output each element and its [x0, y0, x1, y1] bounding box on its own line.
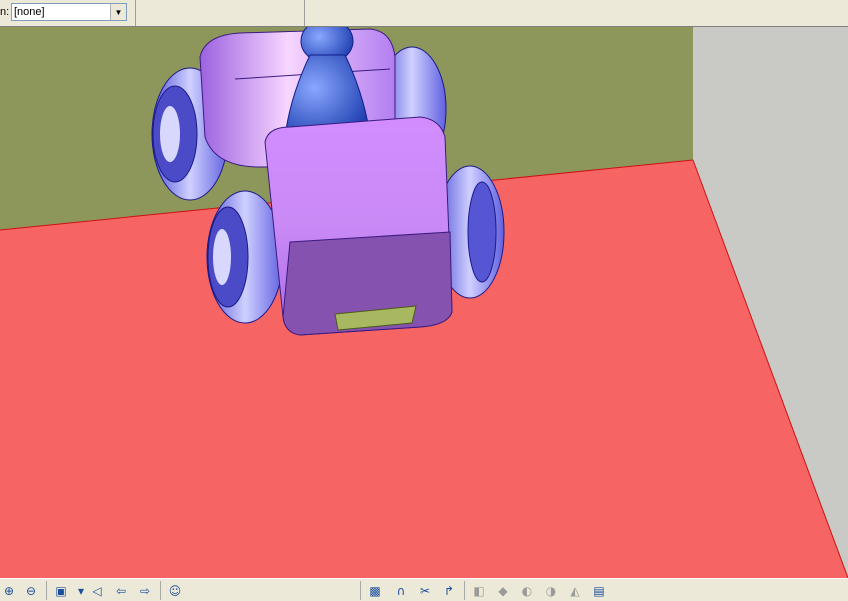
toolbar-separator	[360, 581, 361, 600]
disabled-tool-3-icon[interactable]: ◐	[518, 582, 536, 599]
filter-combobox-value: [none]	[14, 6, 45, 18]
filter-combobox[interactable]: [none] ▼	[11, 3, 127, 21]
zoom-in-icon[interactable]: ⊕	[0, 582, 18, 599]
stacked-boxes-icon[interactable]: ▤	[590, 582, 608, 599]
disabled-tool-5-icon[interactable]: ◭	[566, 582, 584, 599]
perspective-icon[interactable]: ◁	[88, 582, 106, 599]
disabled-tool-4-icon[interactable]: ◑	[542, 582, 560, 599]
bend-pipe-icon[interactable]: ↱	[440, 582, 458, 599]
top-toolbar: n: [none] ▼	[0, 0, 848, 27]
toolbar-separator	[160, 581, 161, 600]
disabled-tool-1-icon[interactable]: ◧	[470, 582, 488, 599]
forward-arrow-icon[interactable]: ⇨	[136, 582, 154, 599]
3d-scene[interactable]	[0, 27, 848, 578]
box-icon[interactable]: ▩	[366, 582, 384, 599]
toolbar-separator	[304, 0, 305, 26]
view-cube-icon[interactable]: ▣	[52, 582, 70, 599]
toolbar-separator	[46, 581, 47, 600]
chevron-down-icon[interactable]: ▼	[110, 4, 126, 20]
bottom-toolbar: ⊕ ⊖ ▣ ▾ ◁ ⇦ ⇨ ☺ ▩ ∩ ✂ ↱ ◧ ◆ ◐ ◑ ◭ ▤	[0, 578, 848, 601]
toolbar-separator	[135, 0, 136, 26]
scissors-icon[interactable]: ✂	[416, 582, 434, 599]
zoom-out-icon[interactable]: ⊖	[22, 582, 40, 599]
back-arrow-icon[interactable]: ⇦	[112, 582, 130, 599]
disabled-tool-2-icon[interactable]: ◆	[494, 582, 512, 599]
filter-label: n:	[0, 6, 10, 18]
arch-icon[interactable]: ∩	[392, 582, 410, 599]
toolbar-separator	[464, 581, 465, 600]
smiley-icon[interactable]: ☺	[166, 582, 184, 599]
3d-viewport[interactable]	[0, 27, 848, 578]
